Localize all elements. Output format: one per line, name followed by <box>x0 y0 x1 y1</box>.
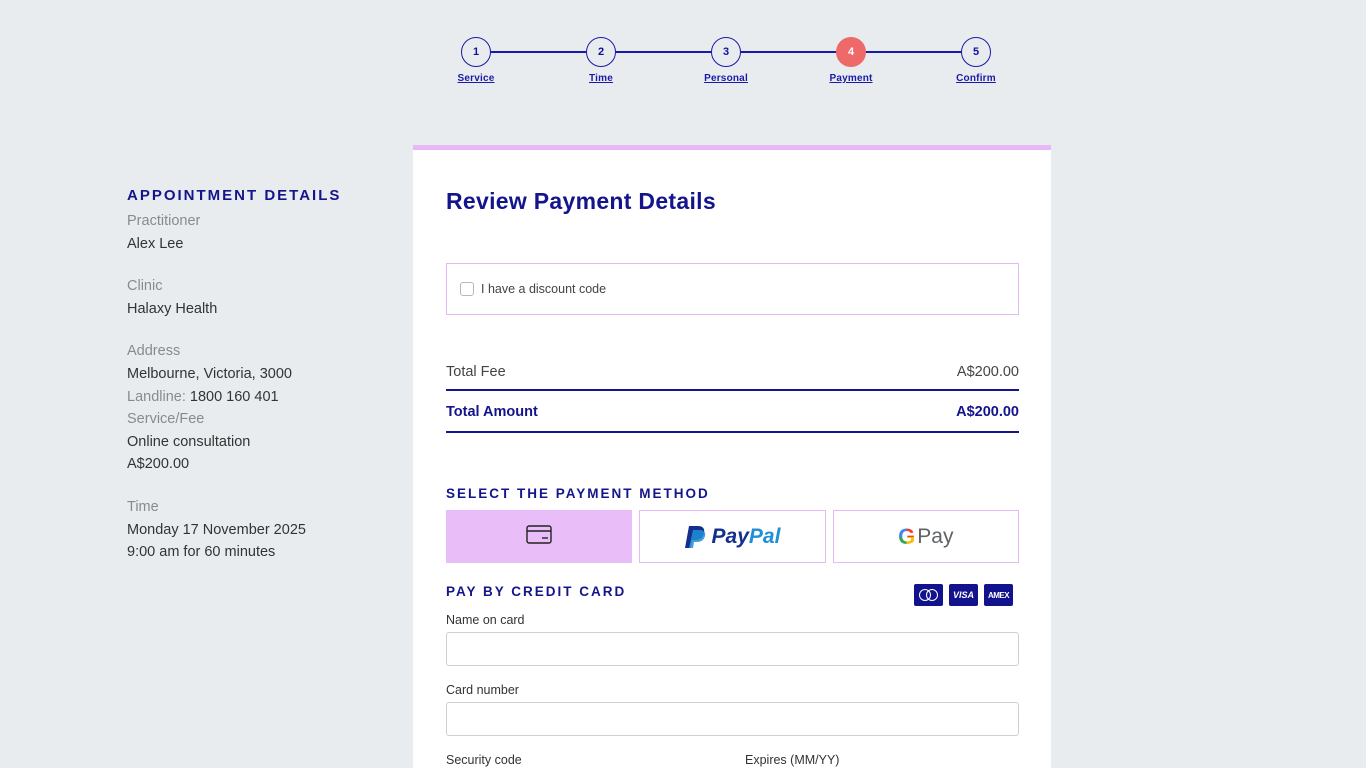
name-on-card-input[interactable] <box>446 632 1019 666</box>
card-brand-logos: VISA AMEX <box>914 584 1013 606</box>
step-number: 5 <box>961 37 991 67</box>
landline-row: Landline: 1800 160 401 <box>127 386 387 409</box>
card-number-label: Card number <box>446 683 519 697</box>
mastercard-icon <box>914 584 943 606</box>
page-title: Review Payment Details <box>446 188 716 214</box>
credit-card-option[interactable] <box>446 510 633 563</box>
step-label[interactable]: Confirm <box>940 73 1012 84</box>
landline-label: Landline: <box>127 388 186 405</box>
appointment-details: APPOINTMENT DETAILS Practitioner Alex Le… <box>127 187 387 564</box>
step-confirm[interactable]: 5 Confirm <box>940 37 1012 84</box>
progress-stepper: 1 Service 2 Time 3 Personal 4 Payment 5 … <box>440 37 1012 97</box>
step-label[interactable]: Personal <box>690 73 762 84</box>
name-on-card-label: Name on card <box>446 613 525 627</box>
clinic-name: Halaxy Health <box>127 300 218 317</box>
step-number: 3 <box>711 37 741 67</box>
total-fee-label: Total Fee <box>446 364 506 380</box>
credit-card-icon <box>526 524 552 549</box>
google-pay-logo: G Pay <box>898 524 953 550</box>
paypal-icon <box>684 525 705 548</box>
step-service[interactable]: 1 Service <box>440 37 512 84</box>
time-label: Time <box>127 498 159 515</box>
credit-card-heading: PAY BY CREDIT CARD <box>446 584 627 599</box>
step-label[interactable]: Service <box>440 73 512 84</box>
expiry-label: Expires (MM/YY) <box>745 753 840 767</box>
visa-icon: VISA <box>949 584 978 606</box>
total-fee-row: Total Fee A$200.00 <box>446 355 1019 391</box>
security-code-label: Security code <box>446 753 522 767</box>
paypal-logo: PayPal <box>684 524 781 550</box>
google-pay-option[interactable]: G Pay <box>832 510 1019 563</box>
total-amount-row: Total Amount A$200.00 <box>446 393 1019 433</box>
paypal-text-pay: Pay <box>711 524 749 548</box>
google-g-icon: G <box>898 523 916 549</box>
clinic-label: Clinic <box>127 278 163 295</box>
total-amount-value: A$200.00 <box>956 404 1019 420</box>
payment-card: Review Payment Details I have a discount… <box>413 145 1051 768</box>
step-personal[interactable]: 3 Personal <box>690 37 762 84</box>
step-label[interactable]: Payment <box>815 73 887 84</box>
step-time[interactable]: 2 Time <box>565 37 637 84</box>
step-number: 2 <box>586 37 616 67</box>
total-fee-value: A$200.00 <box>956 364 1019 380</box>
practitioner-label: Practitioner <box>127 213 201 229</box>
appointment-date: Monday 17 November 2025 <box>127 521 306 538</box>
card-number-input[interactable] <box>446 702 1019 736</box>
service-fee: A$200.00 <box>127 456 190 473</box>
service-label: Service/Fee <box>127 411 205 428</box>
step-number: 1 <box>461 37 491 67</box>
discount-checkbox[interactable] <box>460 282 474 296</box>
discount-label[interactable]: I have a discount code <box>481 282 606 296</box>
practitioner-name: Alex Lee <box>127 235 184 252</box>
paypal-text-pal: Pal <box>748 524 781 548</box>
address-label: Address <box>127 343 181 360</box>
details-heading: APPOINTMENT DETAILS <box>127 187 342 204</box>
step-payment[interactable]: 4 Payment <box>815 37 887 84</box>
step-number: 4 <box>836 37 866 67</box>
google-pay-text: Pay <box>917 524 954 548</box>
total-amount-label: Total Amount <box>446 404 538 420</box>
address-value: Melbourne, Victoria, 3000 <box>127 365 292 382</box>
payment-method-heading: SELECT THE PAYMENT METHOD <box>446 486 710 501</box>
paypal-option[interactable]: PayPal <box>639 510 826 563</box>
service-value: Online consultation <box>127 433 251 450</box>
payment-method-options: PayPal G Pay <box>446 510 1019 563</box>
landline-value: 1800 160 401 <box>189 388 279 405</box>
appointment-time: 9:00 am for 60 minutes <box>127 544 276 561</box>
amex-icon: AMEX <box>984 584 1013 606</box>
step-label[interactable]: Time <box>565 73 637 84</box>
discount-code-box[interactable]: I have a discount code <box>446 263 1019 315</box>
